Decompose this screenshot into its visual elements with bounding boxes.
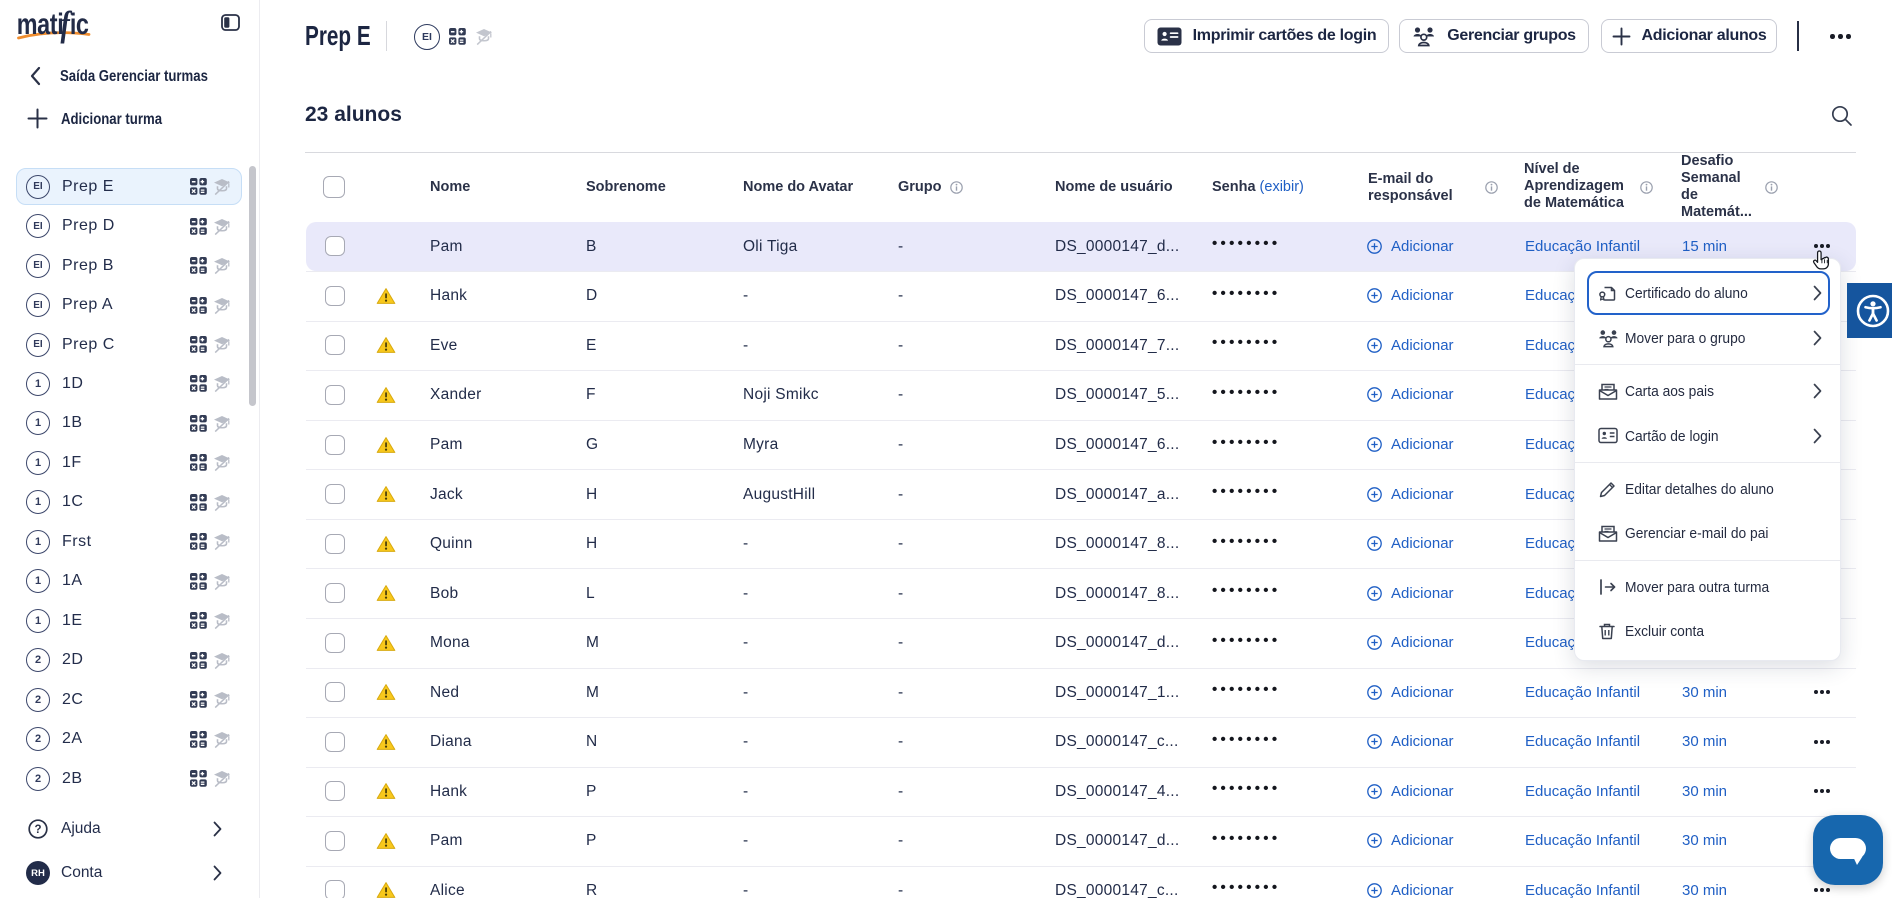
svg-text:ic: ic [70,7,89,40]
svg-text:mati: mati [17,7,64,40]
svg-text:?: ? [34,824,41,836]
